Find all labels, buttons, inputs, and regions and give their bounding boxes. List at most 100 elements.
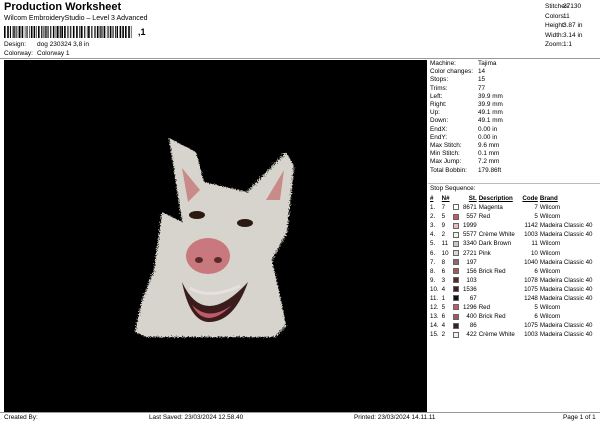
colorway-label: Colorway: (4, 50, 33, 57)
stitch-count: 86 (469, 322, 477, 330)
info-min-stitch: Min Stitch: 0.1 mm (430, 150, 500, 158)
stop-row: 14. 4 86 1075 Madeira Classic 40 (429, 321, 599, 330)
stop-row: 10. 4 1536 1075 Madeira Classic 40 (429, 285, 599, 294)
color-description: Magenta (478, 204, 503, 212)
needle-number: 10 (441, 249, 449, 257)
barcode-bar (108, 26, 109, 38)
info-endy: EndY: 0.00 in (430, 133, 498, 141)
needle-number: 7 (441, 204, 446, 212)
info-right: Right: 39.9 mm (430, 101, 503, 109)
barcode-bar (99, 26, 101, 38)
thread-brand: Madeira Classic 40 (539, 231, 593, 239)
barcode-bar (125, 26, 127, 38)
stitch-count: 1536 (462, 285, 477, 293)
swatch-square (452, 331, 459, 338)
color-swatch (452, 330, 461, 339)
barcode-bar (96, 26, 99, 38)
barcode-bar (12, 26, 14, 38)
dog-embroidery-image (135, 138, 294, 337)
barcode-bar (7, 26, 9, 38)
swatch-square (452, 231, 459, 238)
stop-row: 8. 6 156 Brick Red 6 Wilcom (429, 267, 599, 276)
barcode-bar (52, 26, 54, 38)
color-description (478, 294, 520, 303)
barcode-bar (109, 26, 112, 38)
stop-row: 6. 10 2721 Pink 10 Wilcom (429, 248, 599, 257)
stop-row: 15. 2 422 Crème White 1003 Madeira Classic 40 (429, 330, 599, 339)
thread-code: 10 (530, 249, 538, 257)
barcode-bar (26, 26, 28, 38)
stop-table-header: # N# St. Description Code Brand (429, 194, 599, 203)
barcode-bar (86, 26, 88, 38)
info-divider (428, 183, 600, 184)
stat-colors: Colors:11 (545, 12, 570, 20)
barcode-bar (44, 26, 46, 38)
design-preview (4, 60, 427, 412)
colorway-value: Colorway 1 (37, 50, 70, 57)
swatch-square (452, 204, 459, 211)
swatch-square (452, 313, 459, 320)
stop-number: 11. (430, 294, 439, 302)
thread-code: 1003 (524, 331, 538, 339)
barcode-bar (9, 26, 11, 38)
barcode-mark: ,1 (138, 27, 146, 37)
stop-sequence-title: Stop Sequence: (430, 185, 476, 192)
stitch-count: 156 (466, 267, 477, 275)
stop-number: 15. (430, 331, 439, 339)
thread-code: 1248 (524, 294, 538, 302)
needle-number: 2 (441, 331, 446, 339)
needle-number: 5 (441, 304, 446, 312)
barcode-bar (95, 26, 96, 38)
color-description: Brick Red (478, 267, 506, 275)
barcode-bar (57, 26, 59, 38)
stop-number: 5. (430, 240, 436, 248)
stop-row: 5. 11 3340 Dark Brown 11 Wilcom (429, 239, 599, 248)
barcode-bar (106, 26, 108, 38)
barcode-bar (68, 26, 70, 38)
thread-brand: Wilcom (539, 304, 561, 312)
stitch-count: 1999 (462, 222, 477, 230)
barcode-bar (61, 26, 63, 38)
barcode-bar (47, 26, 49, 38)
barcode-bar (14, 26, 16, 38)
thread-code: 1142 (524, 222, 538, 230)
color-swatch (452, 248, 461, 257)
thread-brand: Madeira Classic 40 (539, 331, 593, 339)
stitch-count: 2721 (462, 249, 477, 257)
color-description: Red (478, 304, 491, 312)
barcode-bar (17, 26, 19, 38)
col-code: Code (522, 195, 538, 202)
stat-zoom: Zoom:1:1 (545, 41, 573, 48)
colorway-row: Colorway: Colorway 1 (4, 50, 70, 57)
stat-height: Height:3.87 in (545, 22, 583, 29)
barcode-bar (122, 26, 124, 38)
thread-brand: Madeira Classic 40 (539, 294, 593, 302)
page-number: Page 1 of 1 (563, 414, 596, 421)
info-machine: Machine: Tajima (430, 60, 497, 67)
stitch-count: 422 (466, 331, 477, 339)
thread-brand: Madeira Classic 40 (539, 222, 593, 230)
needle-number: 8 (441, 258, 446, 266)
stitch-count: 3340 (462, 240, 477, 248)
swatch-square (452, 258, 459, 265)
thread-code: 1003 (524, 231, 538, 239)
stop-number: 10. (430, 285, 439, 293)
thread-brand: Madeira Classic 40 (539, 258, 593, 266)
color-swatch (452, 212, 461, 221)
needle-number: 3 (441, 276, 446, 284)
thread-code: 1078 (524, 276, 538, 284)
stop-number: 6. (430, 249, 436, 257)
col-swatch (452, 194, 461, 203)
barcode-bar (33, 26, 36, 38)
needle-number: 4 (441, 285, 446, 293)
barcode-bar (16, 26, 17, 38)
barcode-bar (67, 26, 68, 38)
barcode-bar (91, 26, 93, 38)
header-divider (0, 58, 600, 59)
color-description: Pink (478, 249, 491, 257)
swatch-square (452, 222, 459, 229)
barcode-bar (94, 26, 95, 38)
barcode-bar (24, 26, 26, 38)
info-max-jump: Max Jump: 7.2 mm (430, 158, 500, 166)
barcode-bar (76, 26, 78, 38)
